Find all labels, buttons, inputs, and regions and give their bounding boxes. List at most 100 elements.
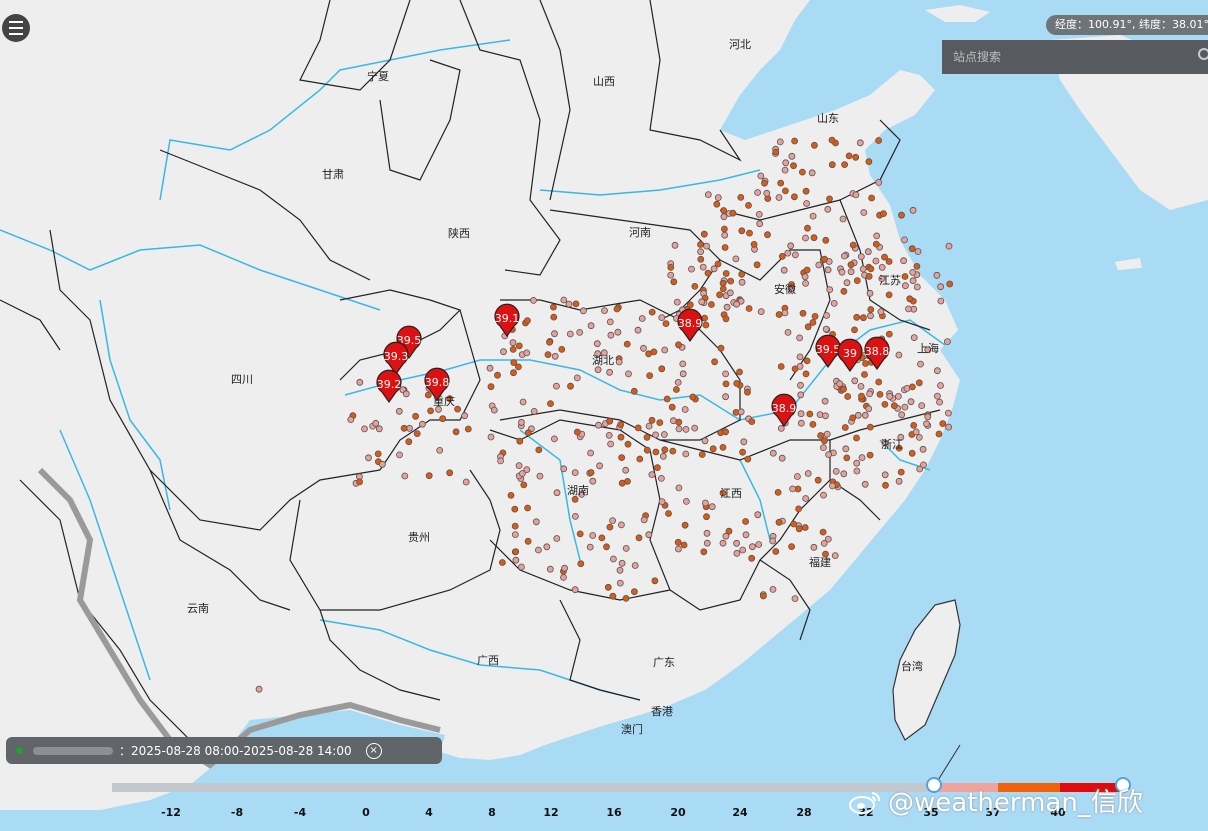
station-dot[interactable] bbox=[849, 241, 857, 249]
station-dot[interactable] bbox=[913, 283, 921, 291]
station-dot[interactable] bbox=[934, 367, 941, 375]
station-dot[interactable] bbox=[395, 407, 403, 415]
station-dot[interactable] bbox=[587, 469, 595, 476]
station-dot[interactable] bbox=[865, 158, 873, 166]
station-dot[interactable] bbox=[661, 446, 669, 454]
station-dot[interactable] bbox=[920, 461, 927, 469]
station-dot[interactable] bbox=[739, 448, 746, 456]
station-dot[interactable] bbox=[507, 491, 515, 499]
station-dot[interactable] bbox=[645, 531, 653, 539]
station-dot[interactable] bbox=[895, 477, 903, 485]
station-dot[interactable] bbox=[703, 513, 710, 521]
close-icon[interactable]: × bbox=[365, 742, 382, 759]
station-dot[interactable] bbox=[915, 433, 923, 441]
station-dot[interactable] bbox=[722, 315, 730, 323]
station-dot[interactable] bbox=[660, 431, 668, 438]
station-dot[interactable] bbox=[618, 559, 626, 567]
station-dot[interactable] bbox=[840, 287, 848, 295]
station-dot[interactable] bbox=[745, 305, 753, 312]
station-dot[interactable] bbox=[708, 301, 715, 308]
station-dot[interactable] bbox=[828, 161, 836, 169]
station-dot[interactable] bbox=[723, 303, 731, 311]
station-dot[interactable] bbox=[702, 499, 709, 507]
station-dot[interactable] bbox=[784, 328, 792, 336]
station-dot[interactable] bbox=[935, 430, 943, 438]
station-dot[interactable] bbox=[841, 424, 849, 431]
station-dot[interactable] bbox=[853, 313, 861, 321]
station-dot[interactable] bbox=[487, 383, 495, 391]
station-dot[interactable] bbox=[866, 390, 873, 398]
station-dot[interactable] bbox=[946, 280, 954, 288]
station-dot[interactable] bbox=[858, 392, 865, 400]
station-dot[interactable] bbox=[374, 450, 382, 458]
station-dot[interactable] bbox=[819, 528, 827, 536]
station-dot[interactable] bbox=[792, 251, 799, 259]
station-dot[interactable] bbox=[634, 326, 642, 334]
station-dot[interactable] bbox=[801, 524, 809, 531]
station-dot[interactable] bbox=[598, 534, 606, 542]
station-dot[interactable] bbox=[543, 543, 551, 551]
station-dot[interactable] bbox=[756, 220, 764, 228]
station-dot[interactable] bbox=[861, 480, 869, 488]
station-dot[interactable] bbox=[832, 467, 840, 475]
station-dot[interactable] bbox=[909, 277, 917, 285]
station-dot[interactable] bbox=[836, 380, 844, 388]
station-dot[interactable] bbox=[675, 545, 682, 553]
station-dot[interactable] bbox=[645, 422, 653, 430]
station-dot[interactable] bbox=[769, 449, 777, 457]
station-dot[interactable] bbox=[821, 397, 829, 405]
station-dot[interactable] bbox=[865, 272, 873, 280]
station-dot[interactable] bbox=[618, 479, 626, 487]
station-dot[interactable] bbox=[716, 291, 723, 299]
station-dot[interactable] bbox=[840, 385, 847, 393]
station-dot[interactable] bbox=[658, 365, 666, 373]
station-dot[interactable] bbox=[636, 455, 644, 463]
station-dot[interactable] bbox=[742, 518, 749, 525]
station-dot[interactable] bbox=[550, 303, 557, 311]
station-dot[interactable] bbox=[500, 348, 507, 356]
station-dot[interactable] bbox=[652, 431, 659, 439]
station-dot[interactable] bbox=[856, 139, 864, 147]
station-dot[interactable] bbox=[878, 263, 886, 271]
station-dot[interactable] bbox=[790, 162, 797, 170]
station-dot[interactable] bbox=[757, 172, 765, 180]
station-dot[interactable] bbox=[754, 189, 761, 196]
station-dot[interactable] bbox=[802, 187, 810, 195]
station-dot[interactable] bbox=[691, 424, 699, 432]
station-dot[interactable] bbox=[686, 301, 694, 309]
station-dot[interactable] bbox=[652, 448, 660, 456]
station-dot[interactable] bbox=[530, 407, 538, 415]
station-dot[interactable] bbox=[595, 421, 602, 429]
station-dot[interactable] bbox=[615, 358, 623, 366]
station-dot[interactable] bbox=[769, 537, 777, 545]
station-dot[interactable] bbox=[622, 466, 630, 474]
station-dot[interactable] bbox=[912, 428, 920, 436]
station-dot[interactable] bbox=[662, 320, 670, 328]
station-dot[interactable] bbox=[909, 383, 916, 391]
station-dot[interactable] bbox=[797, 391, 805, 399]
station-dot[interactable] bbox=[618, 454, 626, 462]
station-dot[interactable] bbox=[775, 311, 783, 318]
station-dot[interactable] bbox=[825, 451, 832, 459]
station-dot[interactable] bbox=[738, 227, 746, 235]
station-dot[interactable] bbox=[436, 446, 444, 454]
station-dot[interactable] bbox=[780, 266, 788, 274]
station-dot[interactable] bbox=[804, 470, 812, 477]
station-dot[interactable] bbox=[630, 387, 638, 395]
station-dot[interactable] bbox=[709, 445, 717, 453]
station-dot[interactable] bbox=[413, 430, 421, 438]
station-dot[interactable] bbox=[347, 416, 355, 424]
station-dot[interactable] bbox=[853, 467, 861, 475]
station-dot[interactable] bbox=[713, 200, 721, 208]
station-dot[interactable] bbox=[673, 386, 680, 393]
station-dot[interactable] bbox=[566, 330, 574, 338]
station-dot[interactable] bbox=[791, 137, 798, 145]
station-dot[interactable] bbox=[702, 321, 710, 329]
station-dot[interactable] bbox=[697, 255, 705, 263]
station-dot[interactable] bbox=[704, 269, 712, 277]
station-dot[interactable] bbox=[648, 471, 656, 479]
station-dot[interactable] bbox=[820, 540, 828, 547]
station-dot[interactable] bbox=[565, 300, 573, 308]
station-dot[interactable] bbox=[740, 438, 748, 446]
station-dot[interactable] bbox=[622, 545, 630, 552]
